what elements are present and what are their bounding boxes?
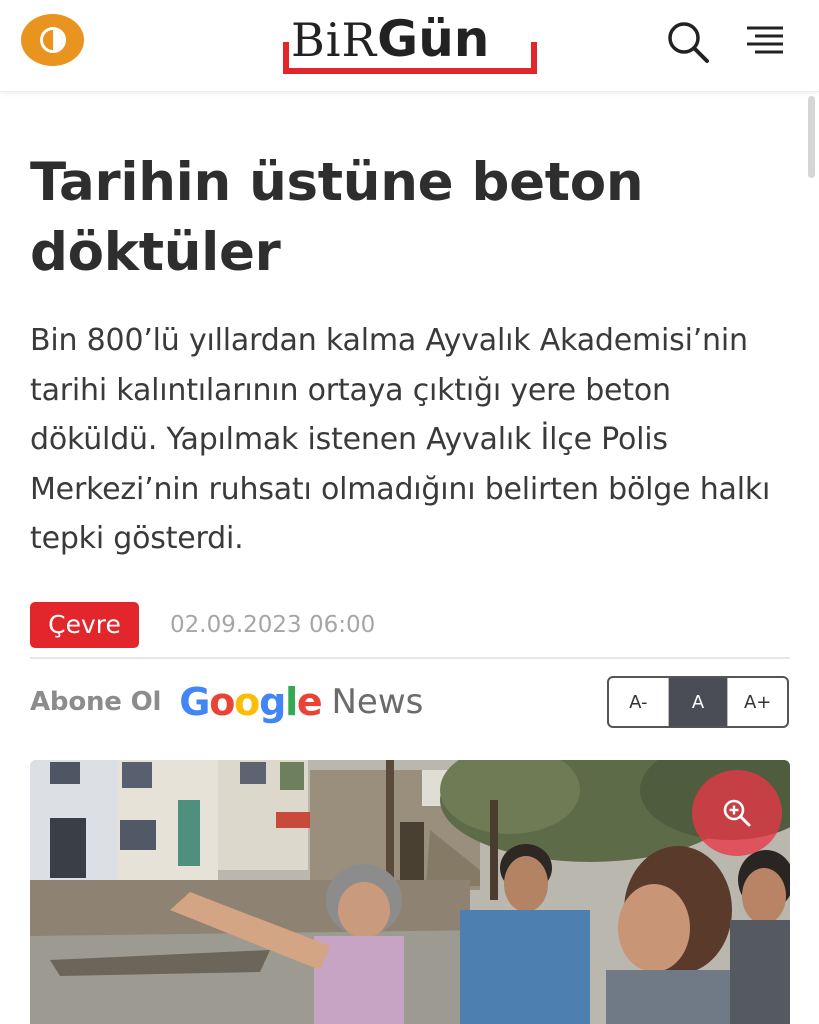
- article-photo[interactable]: [30, 760, 790, 1024]
- category-badge[interactable]: Çevre: [30, 602, 139, 648]
- site-logo[interactable]: BiRGün: [283, 8, 537, 74]
- page-scrollbar[interactable]: [808, 96, 815, 178]
- publish-date: 02.09.2023 06:00: [170, 612, 376, 638]
- half-circle-icon: [39, 27, 66, 53]
- hamburger-menu-icon: [747, 26, 783, 54]
- google-news-follow-link[interactable]: Abone Ol Google News: [30, 678, 423, 726]
- article-summary: Bin 800’lü yıllardan kalma Ayvalık Akade…: [30, 323, 771, 557]
- menu-button[interactable]: [743, 22, 785, 60]
- site-header: BiRGün: [0, 0, 819, 92]
- zoom-button[interactable]: [692, 770, 782, 856]
- zoom-in-icon: [723, 799, 751, 827]
- search-button[interactable]: [664, 18, 712, 66]
- font-decrease-button[interactable]: A-: [609, 678, 668, 726]
- font-increase-button[interactable]: A+: [727, 678, 787, 726]
- search-icon: [668, 22, 709, 63]
- divider: [30, 657, 790, 659]
- font-size-control: A- A A+: [607, 676, 789, 728]
- theme-toggle-button[interactable]: [21, 14, 84, 66]
- news-wordmark: News: [331, 682, 424, 722]
- google-wordmark: Google: [179, 680, 322, 724]
- subscribe-label: Abone Ol: [30, 687, 162, 717]
- logo-underline: [283, 42, 537, 74]
- article-title: Tarihin üstüne beton döktüler: [30, 152, 644, 283]
- font-normal-button[interactable]: A: [667, 678, 728, 726]
